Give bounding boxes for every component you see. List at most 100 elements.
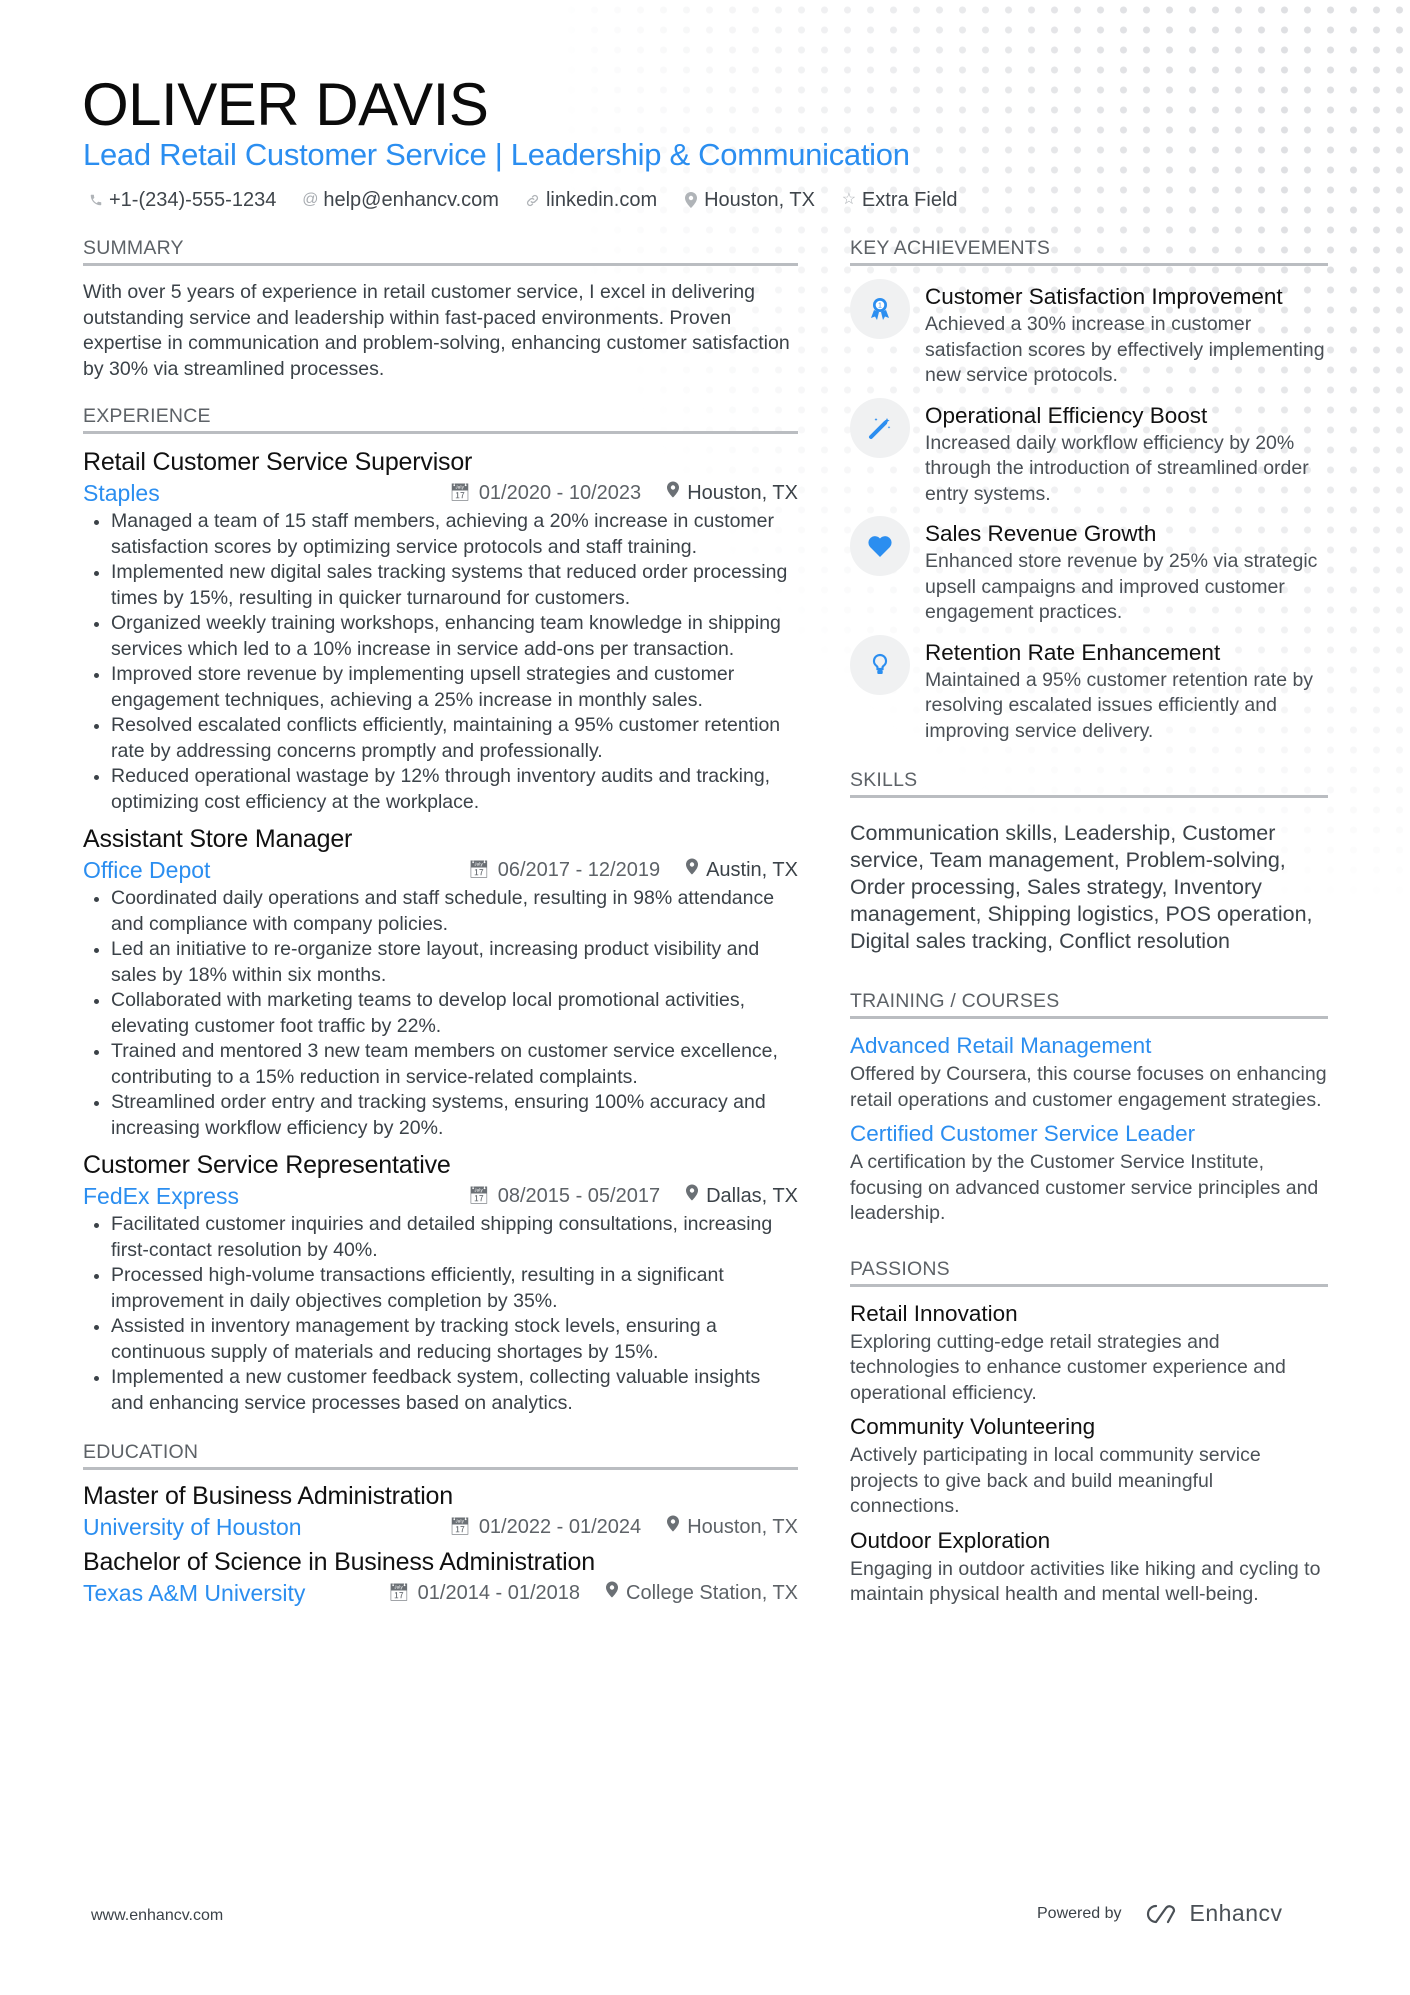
achievement-item: Sales Revenue Growth Enhanced store reve… (850, 516, 1328, 626)
job-title: Retail Customer Service Supervisor (83, 448, 473, 477)
bullet-item: Trained and mentored 3 new team members … (83, 1039, 798, 1090)
education-meta: University of Houston 📅︎ 01/2022 - 01/202… (83, 1512, 798, 1542)
contact-email[interactable]: @ help@enhancv.com (302, 186, 499, 214)
course-item: Certified Customer Service Leader A cert… (850, 1119, 1328, 1227)
candidate-headline: Lead Retail Customer Service | Leadershi… (83, 137, 910, 172)
calendar-icon: 📅︎ (449, 483, 471, 503)
passions-heading: PASSIONS (850, 1257, 1328, 1287)
map-pin-icon (606, 1578, 619, 1608)
right-column: KEY ACHIEVEMENTS 1 Customer Satisfaction… (850, 236, 1328, 1632)
achievement-title: Operational Efficiency Boost (925, 402, 1208, 428)
lightbulb-icon (850, 634, 910, 695)
education-dates: 01/2022 - 01/2024 (478, 1516, 642, 1539)
map-pin-icon (667, 1512, 680, 1542)
contact-linkedin-text: linkedin.com (545, 189, 658, 211)
course-desc: Offered by Coursera, this course focuses… (850, 1063, 1327, 1111)
summary-text: With over 5 years of experience in retai… (83, 281, 790, 380)
company-name[interactable]: FedEx Express (83, 1181, 239, 1211)
course-title[interactable]: Certified Customer Service Leader (850, 1119, 1328, 1149)
experience-entry: Customer Service Representative FedEx Ex… (83, 1149, 798, 1416)
calendar-icon: 📅︎ (388, 1583, 410, 1603)
achievement-item: 1 Customer Satisfaction Improvement Achi… (850, 279, 1328, 389)
experience-section: EXPERIENCE Retail Customer Service Super… (83, 404, 798, 1416)
bullet-item: Improved store revenue by implementing u… (83, 662, 798, 713)
job-dates: 01/2020 - 10/2023 (478, 482, 642, 505)
achievement-desc: Increased daily workflow efficiency by 2… (925, 431, 1309, 505)
job-location: Dallas, TX (706, 1185, 798, 1208)
footer-powered-by: Powered by Enhancv (1037, 1900, 1283, 1927)
job-bullets: Coordinated daily operations and staff s… (83, 886, 798, 1141)
skills-heading: SKILLS (850, 768, 1328, 798)
achievement-item: Retention Rate Enhancement Maintained a … (850, 634, 1328, 745)
calendar-icon: 📅︎ (468, 860, 490, 880)
passion-item: Community Volunteering Actively particip… (850, 1412, 1328, 1520)
school-name[interactable]: Texas A&M University (83, 1578, 305, 1608)
left-column: SUMMARY With over 5 years of experience … (83, 236, 798, 1632)
magic-wand-icon (850, 397, 910, 458)
job-dates: 06/2017 - 12/2019 (497, 859, 661, 882)
job-location: Houston, TX (687, 482, 798, 505)
job-location: Austin, TX (706, 859, 798, 882)
education-entry: Master of Business Administration Univer… (83, 1480, 798, 1542)
achievements-section: KEY ACHIEVEMENTS 1 Customer Satisfaction… (850, 236, 1328, 744)
education-heading: EDUCATION (83, 1440, 798, 1471)
contact-email-text: help@enhancv.com (323, 189, 499, 211)
degree-title: Master of Business Administration (83, 1482, 453, 1511)
education-location: College Station, TX (626, 1582, 798, 1605)
course-title[interactable]: Advanced Retail Management (850, 1031, 1328, 1061)
achievement-title: Customer Satisfaction Improvement (925, 284, 1283, 309)
skills-text: Communication skills, Leadership, Custom… (850, 821, 1313, 953)
summary-heading: SUMMARY (83, 236, 798, 266)
bullet-item: Streamlined order entry and tracking sys… (83, 1090, 798, 1141)
degree-title: Bachelor of Science in Business Administ… (83, 1548, 595, 1577)
achievement-item: Operational Efficiency Boost Increased d… (850, 397, 1328, 508)
svg-text:1: 1 (878, 303, 882, 310)
education-location: Houston, TX (687, 1516, 798, 1539)
achievement-title: Retention Rate Enhancement (925, 639, 1221, 665)
company-name[interactable]: Staples (83, 478, 160, 508)
job-dates: 08/2015 - 05/2017 (497, 1185, 661, 1208)
passion-desc: Engaging in outdoor activities like hiki… (850, 1557, 1321, 1606)
footer-website[interactable]: www.enhancv.com (91, 1907, 223, 1925)
passion-title: Retail Innovation (850, 1300, 1018, 1326)
company-name[interactable]: Office Depot (83, 855, 210, 885)
bullet-item: Processed high-volume transactions effic… (83, 1263, 798, 1314)
experience-heading: EXPERIENCE (83, 404, 798, 435)
bullet-item: Organized weekly training workshops, enh… (83, 611, 798, 662)
heart-icon (850, 516, 910, 576)
brand-name: Enhancv (1189, 1900, 1283, 1926)
job-bullets: Managed a team of 15 staff members, achi… (83, 509, 798, 815)
passion-title: Community Volunteering (850, 1414, 1096, 1439)
contact-location: Houston, TX (683, 186, 815, 214)
passion-desc: Exploring cutting-edge retail strategies… (850, 1330, 1286, 1404)
link-icon (525, 193, 541, 208)
contact-phone[interactable]: +1-(234)-555-1234 (88, 186, 276, 214)
resume-page: OLIVER DAVIS Lead Retail Customer Servic… (0, 0, 1410, 1995)
experience-entry: Retail Customer Service Supervisor Stapl… (83, 446, 798, 815)
star-icon: ☆ (841, 191, 857, 208)
phone-icon (88, 193, 104, 207)
passion-title: Outdoor Exploration (850, 1527, 1051, 1553)
passion-desc: Actively participating in local communit… (850, 1444, 1261, 1517)
bullet-item: Assisted in inventory management by trac… (83, 1314, 798, 1365)
calendar-icon: 📅︎ (468, 1186, 490, 1206)
education-entry: Bachelor of Science in Business Administ… (83, 1546, 798, 1608)
education-meta: Texas A&M University 📅︎ 01/2014 - 01/2018… (83, 1578, 798, 1608)
summary-section: SUMMARY With over 5 years of experience … (83, 236, 798, 382)
experience-entry: Assistant Store Manager Office Depot 📅︎ 0… (83, 823, 798, 1141)
school-name[interactable]: University of Houston (83, 1512, 302, 1542)
calendar-icon: 📅︎ (449, 1517, 471, 1537)
bullet-item: Coordinated daily operations and staff s… (83, 886, 798, 937)
award-ribbon-icon: 1 (850, 279, 910, 339)
education-dates: 01/2014 - 01/2018 (417, 1582, 581, 1605)
achievement-desc: Enhanced store revenue by 25% via strate… (925, 550, 1318, 623)
map-pin-icon (686, 855, 699, 885)
contact-bar: +1-(234)-555-1234 @ help@enhancv.com lin… (88, 186, 958, 214)
bullet-item: Managed a team of 15 staff members, achi… (83, 509, 798, 560)
bullet-item: Implemented new digital sales tracking s… (83, 560, 798, 611)
enhancv-brand[interactable]: Enhancv (1144, 1900, 1283, 1927)
education-section: EDUCATION Master of Business Administrat… (83, 1440, 798, 1608)
contact-linkedin[interactable]: linkedin.com (525, 186, 657, 214)
achievement-title: Sales Revenue Growth (925, 521, 1157, 546)
job-title: Customer Service Representative (83, 1151, 451, 1180)
